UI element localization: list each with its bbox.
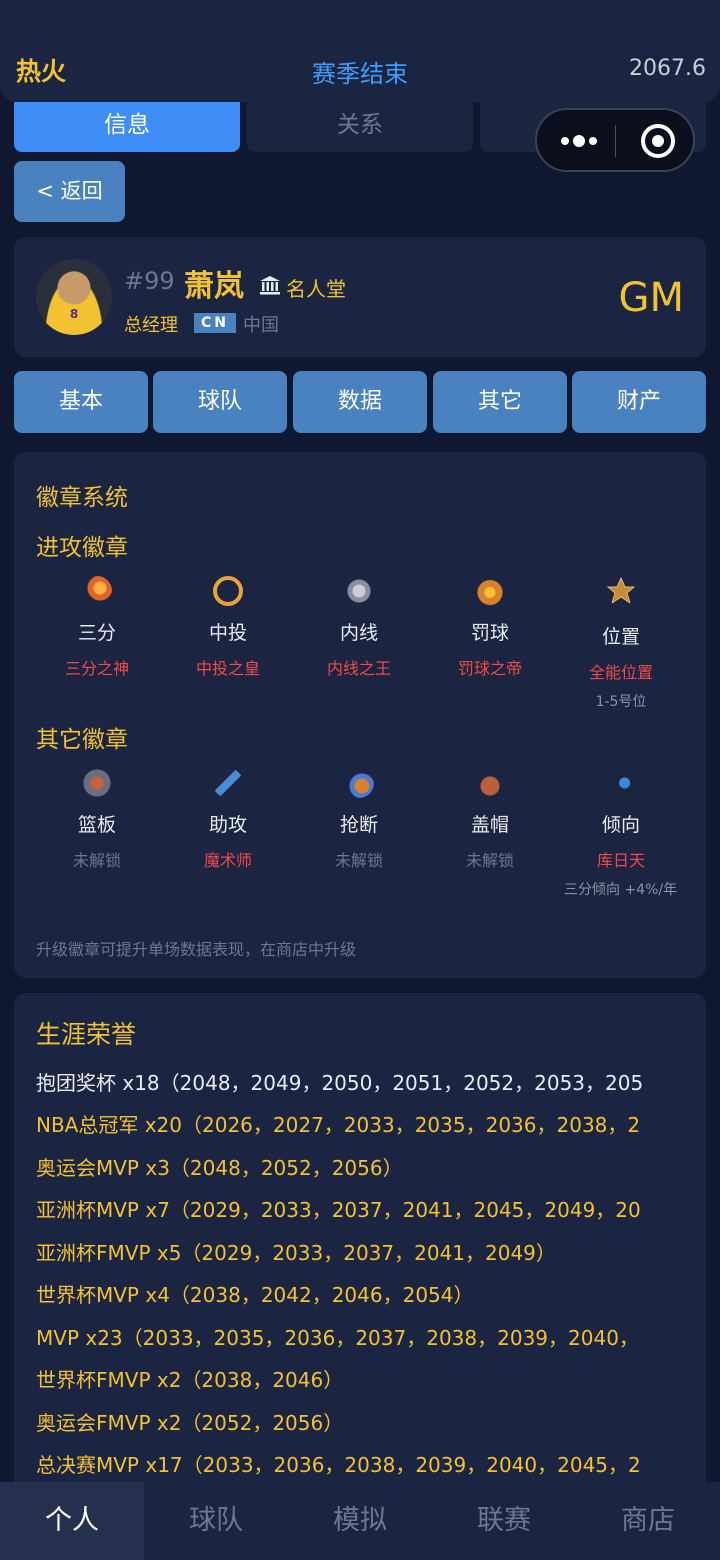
star-icon [606,576,636,605]
badge-upgrade-hint: 升级徽章可提升单场数据表现，在商店中升级 [36,940,357,959]
badge-level: 未解锁 [465,851,514,870]
date-value: 2067.6 [629,56,706,81]
other-badges-title: 其它徽章 [36,727,128,753]
badge-name: 三分 [77,622,116,644]
miniprogram-capsule [535,108,695,172]
shield-icon [82,768,112,798]
nav-basic[interactable]: 基本 [14,371,148,433]
back-button[interactable]: < 返回 [14,161,125,222]
badge-note: 1-5号位 [595,694,647,710]
hall-of-fame-label: 名人堂 [286,277,346,301]
player-number: #99 [124,267,175,295]
honor-item: 世界杯MVP x4（2038，2042，2046，2054） [36,1283,474,1307]
bottom-nav-personal[interactable]: 个人 [0,1482,144,1560]
badge-mid-range[interactable]: 中投 中投之皇 [163,576,293,679]
badge-steal[interactable]: 抢断 未解锁 [294,768,424,871]
badge-note: 三分倾向 +4%/年 [564,882,678,898]
fireball-icon [82,576,112,606]
badge-assist[interactable]: 助攻 魔术师 [163,768,293,871]
badge-level: 内线之王 [326,659,391,678]
fist-icon [344,576,374,606]
close-target-icon[interactable] [641,124,675,158]
steal-icon [344,768,374,798]
badge-level: 未解锁 [72,851,121,870]
badge-name: 盖帽 [470,814,509,836]
badge-name: 倾向 [601,814,640,836]
badge-system-card: 徽章系统 进攻徽章 三分 三分之神 中投 中投之皇 内线 内线之王 罚球 罚球之… [14,452,706,978]
honor-item: 亚洲杯FMVP x5（2029，2033，2037，2041，2049） [36,1241,556,1265]
top-header: 热火 赛季结束 2067.6 [0,0,720,102]
honor-item: MVP x23（2033，2035，2036，2037，2038，2039，20… [36,1326,639,1350]
badge-system-title: 徽章系统 [36,485,128,511]
badge-name: 篮板 [77,814,116,836]
bottom-nav-team[interactable]: 球队 [144,1482,288,1560]
badge-block[interactable]: 盖帽 未解锁 [425,768,555,871]
bottom-nav-simulate[interactable]: 模拟 [288,1482,432,1560]
badge-level: 中投之皇 [195,659,260,678]
badge-inside[interactable]: 内线 内线之王 [294,576,424,679]
badge-level: 三分之神 [64,659,129,678]
avatar[interactable]: 8 [36,259,112,335]
tab-relations[interactable]: 关系 [247,102,473,152]
badge-level: 库日天 [596,851,645,870]
badge-name: 位置 [601,626,640,648]
career-honors-title: 生涯荣誉 [36,1020,137,1049]
offense-badges-title: 进攻徽章 [36,535,128,561]
badge-name: 助攻 [208,814,247,836]
honor-item: 亚洲杯MVP x7（2029，2033，2037，2041，2045，2049，… [36,1198,641,1222]
badge-level: 未解锁 [334,851,383,870]
badge-name: 内线 [339,622,378,644]
drop-icon [606,768,636,798]
bottom-nav-shop[interactable]: 商店 [576,1482,720,1560]
ring-icon [213,576,243,606]
badge-level: 魔术师 [203,851,252,870]
badge-level: 全能位置 [588,663,653,682]
badge-position[interactable]: 位置 全能位置 1-5号位 [556,576,686,711]
honor-item: 抱团奖杯 x18（2048，2049，2050，2051，2052，2053，2… [36,1071,644,1095]
badge-level: 罚球之帝 [457,659,522,678]
country-flag-badge: CN [194,313,236,333]
honor-item: NBA总冠军 x20（2026，2027，2033，2035，2036，2038… [36,1113,641,1137]
avatar-jersey-number: 8 [69,307,79,321]
gm-rank: GM [618,275,684,321]
nav-stats[interactable]: 数据 [293,371,427,433]
honor-item: 世界杯FMVP x2（2038，2046） [36,1368,344,1392]
block-icon [475,768,505,798]
badge-name: 抢断 [339,814,378,836]
museum-icon [260,276,280,295]
role-label: 总经理 [124,315,178,336]
section-nav: 基本 球队 数据 其它 财产 [14,371,706,433]
country-label: 中国 [243,315,279,336]
profile-card: 8 #99 萧岚 名人堂 总经理 CN 中国 GM [14,237,706,357]
player-name: 萧岚 [184,269,244,304]
bottom-nav-league[interactable]: 联赛 [432,1482,576,1560]
badge-free-throw[interactable]: 罚球 罚球之帝 [425,576,555,679]
career-honors-card: 生涯荣誉 抱团奖杯 x18（2048，2049，2050，2051，2052，2… [14,993,706,1493]
bottom-nav: 个人 球队 模拟 联赛 商店 [0,1482,720,1560]
season-status: 赛季结束 [312,60,408,88]
more-icon[interactable] [557,127,617,153]
badge-name: 罚球 [470,622,509,644]
hoop-icon [475,576,505,606]
honor-item: 总决赛MVP x17（2033，2036，2038，2039，2040，2045… [36,1453,641,1477]
capsule-divider [615,125,616,157]
badge-rebound[interactable]: 篮板 未解锁 [32,768,162,871]
badge-tendency[interactable]: 倾向 库日天 三分倾向 +4%/年 [556,768,686,901]
honor-item: 奥运会FMVP x2（2052，2056） [36,1411,344,1435]
badge-name: 中投 [208,622,247,644]
nav-assets[interactable]: 财产 [572,371,706,433]
nav-team[interactable]: 球队 [153,371,287,433]
badge-three-point[interactable]: 三分 三分之神 [32,576,162,679]
nav-other[interactable]: 其它 [433,371,567,433]
wand-icon [213,768,243,798]
tab-info[interactable]: 信息 [14,102,240,152]
honor-item: 奥运会MVP x3（2048，2052，2056） [36,1156,403,1180]
